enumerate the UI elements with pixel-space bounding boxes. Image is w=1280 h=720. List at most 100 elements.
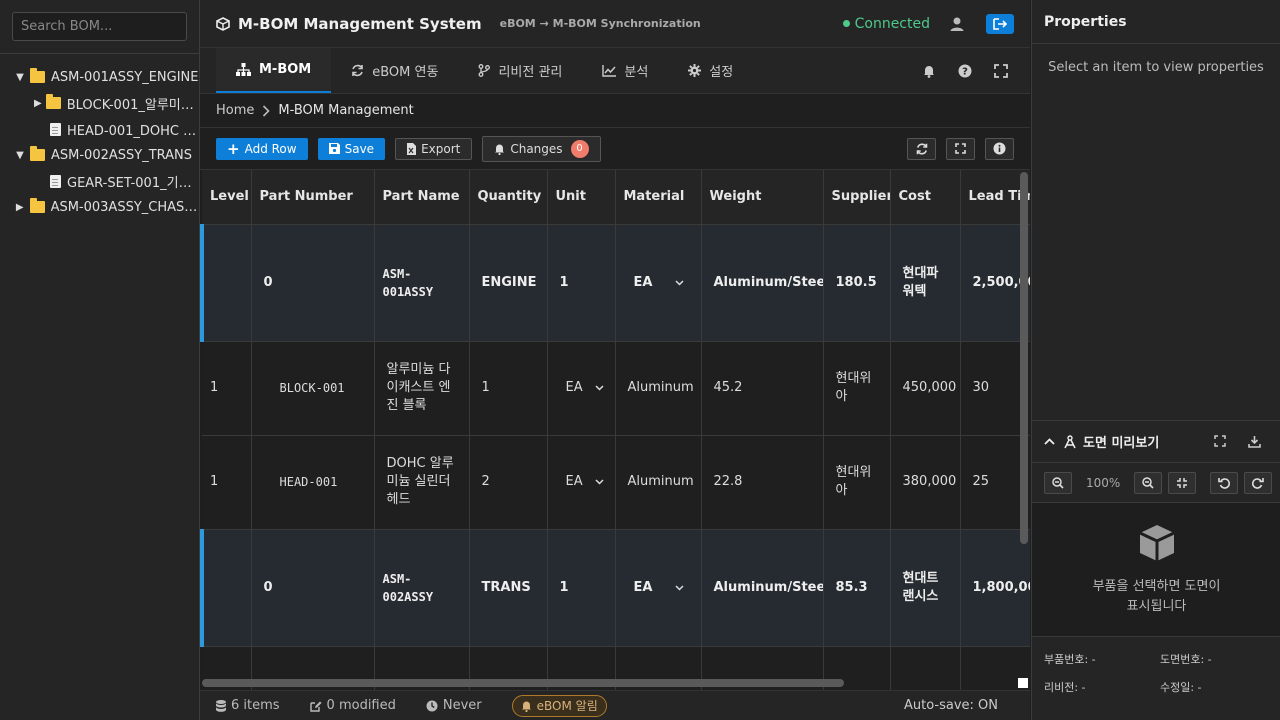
tab-m-bom[interactable]: M-BOM xyxy=(216,48,332,93)
column-header-quantity[interactable]: Quantity xyxy=(469,170,548,225)
cell-weight[interactable]: Aluminum/Steel xyxy=(701,224,824,342)
cell-part-number[interactable]: BLOCK-001 xyxy=(251,341,375,436)
cell-part-name[interactable]: 알루미늄 다이캐스트 엔진 블록 xyxy=(374,341,470,436)
cell-weight[interactable]: 45.2 xyxy=(701,341,824,436)
column-header-cost[interactable]: Cost xyxy=(890,170,961,225)
cell-cost[interactable]: 현대트랜시스 xyxy=(890,529,961,647)
cell-part-number[interactable]: 0 xyxy=(251,224,375,342)
fullscreen-icon[interactable] xyxy=(994,63,1008,78)
chevron-down-icon[interactable]: ▼ xyxy=(14,72,26,83)
save-button[interactable]: Save xyxy=(317,137,386,160)
cell-level[interactable]: 1 xyxy=(202,435,252,530)
logout-button[interactable] xyxy=(986,13,1014,34)
cell-material[interactable]: Aluminum xyxy=(615,341,702,436)
rotate-right-button[interactable] xyxy=(1244,471,1273,494)
tab-ebom-sync[interactable]: eBOM 연동 xyxy=(331,48,458,93)
cell-quantity[interactable]: 2 xyxy=(469,435,548,530)
help-icon[interactable]: ? xyxy=(958,64,972,78)
unit-select[interactable]: EA xyxy=(628,579,684,597)
unit-select[interactable]: EA xyxy=(560,473,604,491)
cell-supplier[interactable]: 현대위아 xyxy=(823,341,891,436)
table-row[interactable]: 0 ASM-002ASSY TRANS 1 EA Aluminum/Steel … xyxy=(200,529,1030,647)
zoom-out-button[interactable] xyxy=(1044,471,1072,494)
search-input[interactable] xyxy=(12,12,187,41)
tree-item-head-001[interactable]: HEAD-001_DOHC 알루미늄 실린더 헤드 xyxy=(0,116,199,142)
tree-item-asm-002[interactable]: ▼ ASM-002ASSY_TRANS xyxy=(0,142,199,168)
add-row-button[interactable]: + Add Row xyxy=(216,137,308,160)
info-button[interactable] xyxy=(985,137,1014,160)
cell-part-number[interactable]: 0 xyxy=(251,529,375,647)
cell-weight[interactable]: Aluminum/Steel xyxy=(701,529,824,647)
tree-item-block-001[interactable]: ▶ BLOCK-001_알루미늄 다이캐스트 엔진 블록 xyxy=(0,90,199,116)
column-header-level[interactable]: Level xyxy=(202,170,252,225)
changes-button[interactable]: Changes 0 xyxy=(482,135,601,162)
cell-weight[interactable]: 22.8 xyxy=(701,435,824,530)
expand-grid-button[interactable] xyxy=(946,137,975,160)
cell-cost[interactable]: 380,000 xyxy=(890,435,961,530)
bell-icon[interactable] xyxy=(922,64,936,78)
edit-icon xyxy=(309,701,322,712)
cell-part-number[interactable]: HEAD-001 xyxy=(251,435,375,530)
chevron-down-icon[interactable]: ▼ xyxy=(14,150,26,161)
column-header-unit[interactable]: Unit xyxy=(547,170,616,225)
export-button[interactable]: Export xyxy=(395,137,473,160)
cell-level[interactable] xyxy=(200,224,252,342)
cell-cost[interactable] xyxy=(890,646,961,690)
unit-select[interactable]: EA xyxy=(628,274,684,292)
breadcrumb-home[interactable]: Home xyxy=(216,103,254,118)
cell-level[interactable] xyxy=(200,529,252,647)
cell-material[interactable]: EA xyxy=(615,224,702,342)
drawing-preview: 도면 미리보기 100% 부품을 선택하면 도면이 표시됩니다 부품번호: - xyxy=(1032,420,1280,720)
table-row[interactable]: 1 BLOCK-001 알루미늄 다이캐스트 엔진 블록 1 EA Alumin… xyxy=(202,341,1030,436)
folder-icon xyxy=(45,94,61,109)
column-header-material[interactable]: Material xyxy=(615,170,702,225)
unit-select[interactable]: EA xyxy=(560,379,604,397)
fit-button[interactable] xyxy=(1168,471,1197,494)
column-header-part-number[interactable]: Part Number xyxy=(251,170,375,225)
cell-unit[interactable]: EA xyxy=(547,341,616,436)
cell-part-name[interactable]: ASM-001ASSY xyxy=(374,224,470,342)
cell-unit[interactable]: 1 xyxy=(547,224,616,342)
column-header-part-name[interactable]: Part Name xyxy=(374,170,470,225)
chevron-right-icon[interactable]: ▶ xyxy=(14,202,26,213)
cell-material[interactable]: EA xyxy=(615,529,702,647)
table-row[interactable]: 0 ASM-001ASSY ENGINE 1 EA Aluminum/Steel… xyxy=(200,224,1030,342)
cell-unit[interactable]: 1 xyxy=(547,529,616,647)
cell-quantity[interactable]: 1 xyxy=(469,341,548,436)
tree-item-asm-001[interactable]: ▼ ASM-001ASSY_ENGINE xyxy=(0,64,199,90)
cell-part-name[interactable]: DOHC 알루미늄 실린더 헤드 xyxy=(374,435,470,530)
vertical-scrollbar[interactable] xyxy=(1020,172,1028,544)
cell-lead-time[interactable]: 1,800,000 xyxy=(960,529,1030,647)
cell-cost[interactable]: 450,000 xyxy=(890,341,961,436)
drawing-preview-header[interactable]: 도면 미리보기 xyxy=(1032,421,1280,463)
cell-unit[interactable]: EA xyxy=(547,435,616,530)
table-row[interactable]: 1 HEAD-001 DOHC 알루미늄 실린더 헤드 2 EA Aluminu… xyxy=(202,435,1030,530)
cell-supplier[interactable]: 85.3 xyxy=(823,529,891,647)
cell-supplier[interactable]: 현대위아 xyxy=(823,435,891,530)
refresh-button[interactable] xyxy=(907,137,936,160)
horizontal-scrollbar[interactable] xyxy=(202,679,844,687)
cell-quantity[interactable]: TRANS xyxy=(469,529,548,647)
tab-revision[interactable]: 리비전 관리 xyxy=(458,48,582,93)
user-icon[interactable] xyxy=(948,15,966,33)
cell-quantity[interactable]: ENGINE xyxy=(469,224,548,342)
tree-item-gear-set-001[interactable]: GEAR-SET-001_기어 세트 xyxy=(0,168,199,194)
rotate-left-button[interactable] xyxy=(1210,471,1239,494)
column-header-supplier[interactable]: Supplier xyxy=(823,170,891,225)
tab-analysis[interactable]: 분석 xyxy=(582,48,668,93)
tree-item-asm-003[interactable]: ▶ ASM-003ASSY_CHASSIS xyxy=(0,194,199,220)
chevron-right-icon[interactable]: ▶ xyxy=(34,98,42,109)
cell-cost[interactable]: 현대파워텍 xyxy=(890,224,961,342)
cell-part-name[interactable]: ASM-002ASSY xyxy=(374,529,470,647)
connection-status: Connected xyxy=(842,16,930,32)
cell-level[interactable]: 1 xyxy=(202,341,252,436)
cell-material[interactable]: Aluminum xyxy=(615,435,702,530)
cell-supplier[interactable]: 180.5 xyxy=(823,224,891,342)
ebom-alert-pill[interactable]: eBOM 알림 xyxy=(511,694,607,717)
zoom-in-button[interactable] xyxy=(1134,471,1163,494)
download-icon[interactable] xyxy=(1248,435,1261,448)
fullscreen-icon[interactable] xyxy=(1214,435,1226,447)
column-header-weight[interactable]: Weight xyxy=(701,170,824,225)
chevron-up-icon[interactable] xyxy=(1044,438,1055,445)
tab-settings[interactable]: 설정 xyxy=(668,48,753,93)
